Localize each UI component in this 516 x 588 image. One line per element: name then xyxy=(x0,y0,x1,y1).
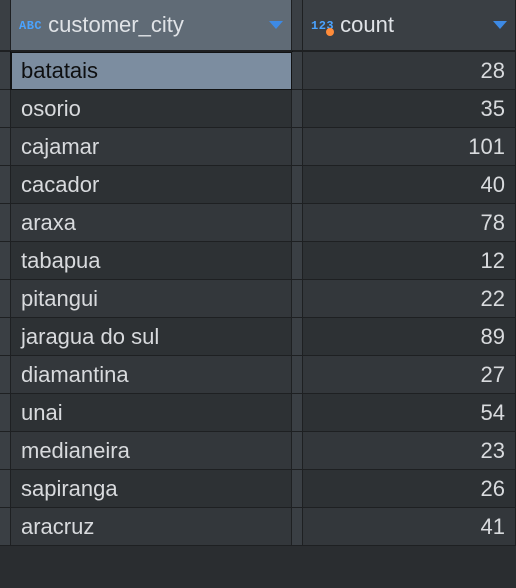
row-gutter xyxy=(0,166,11,204)
cell-count[interactable]: 54 xyxy=(303,394,516,432)
cell-customer_city[interactable]: tabapua xyxy=(11,242,292,280)
cell-count[interactable]: 89 xyxy=(303,318,516,356)
column-header-customer_city[interactable]: ABC customer_city xyxy=(11,0,292,52)
cell-count[interactable]: 101 xyxy=(303,128,516,166)
cell-customer_city[interactable]: aracruz xyxy=(11,508,292,546)
row-gutter xyxy=(0,432,11,470)
row-gutter xyxy=(292,508,303,546)
cell-customer_city[interactable]: jaragua do sul xyxy=(11,318,292,356)
cell-customer_city[interactable]: medianeira xyxy=(11,432,292,470)
cell-count[interactable]: 40 xyxy=(303,166,516,204)
row-gutter xyxy=(292,204,303,242)
row-gutter xyxy=(0,356,11,394)
chevron-down-icon[interactable] xyxy=(493,21,507,29)
header-gutter xyxy=(0,0,11,52)
cell-customer_city[interactable]: cajamar xyxy=(11,128,292,166)
cell-count[interactable]: 35 xyxy=(303,90,516,128)
cell-customer_city[interactable]: pitangui xyxy=(11,280,292,318)
row-gutter xyxy=(0,280,11,318)
cell-count[interactable]: 78 xyxy=(303,204,516,242)
row-gutter xyxy=(0,394,11,432)
chevron-down-icon[interactable] xyxy=(269,21,283,29)
type-text-icon: ABC xyxy=(19,19,42,33)
row-gutter xyxy=(0,318,11,356)
cell-count[interactable]: 26 xyxy=(303,470,516,508)
header-gutter xyxy=(292,0,303,52)
row-gutter xyxy=(292,470,303,508)
cell-customer_city[interactable]: cacador xyxy=(11,166,292,204)
row-gutter xyxy=(292,52,303,90)
column-header-label: count xyxy=(340,12,493,38)
row-gutter xyxy=(292,432,303,470)
row-gutter xyxy=(0,52,11,90)
row-gutter xyxy=(0,90,11,128)
row-gutter xyxy=(0,470,11,508)
cell-customer_city[interactable]: batatais xyxy=(11,52,292,90)
row-gutter xyxy=(292,90,303,128)
cell-customer_city[interactable]: araxa xyxy=(11,204,292,242)
cell-customer_city[interactable]: unai xyxy=(11,394,292,432)
cell-count[interactable]: 27 xyxy=(303,356,516,394)
row-gutter xyxy=(292,242,303,280)
row-gutter xyxy=(292,394,303,432)
type-number-icon: 123 xyxy=(311,19,334,33)
column-header-label: customer_city xyxy=(48,12,269,38)
row-gutter xyxy=(292,166,303,204)
row-gutter xyxy=(292,318,303,356)
row-gutter xyxy=(292,128,303,166)
column-header-count[interactable]: 123 count xyxy=(303,0,516,52)
row-gutter xyxy=(0,242,11,280)
row-gutter xyxy=(292,356,303,394)
row-gutter xyxy=(292,280,303,318)
row-gutter xyxy=(0,204,11,242)
modified-dot-icon xyxy=(326,28,334,36)
cell-customer_city[interactable]: sapiranga xyxy=(11,470,292,508)
cell-count[interactable]: 41 xyxy=(303,508,516,546)
cell-count[interactable]: 22 xyxy=(303,280,516,318)
cell-customer_city[interactable]: diamantina xyxy=(11,356,292,394)
row-gutter xyxy=(0,128,11,166)
cell-count[interactable]: 12 xyxy=(303,242,516,280)
cell-count[interactable]: 23 xyxy=(303,432,516,470)
cell-customer_city[interactable]: osorio xyxy=(11,90,292,128)
data-grid[interactable]: ABC customer_city 123 count batatais 28 osorio… xyxy=(0,0,516,546)
row-gutter xyxy=(0,508,11,546)
cell-count[interactable]: 28 xyxy=(303,52,516,90)
